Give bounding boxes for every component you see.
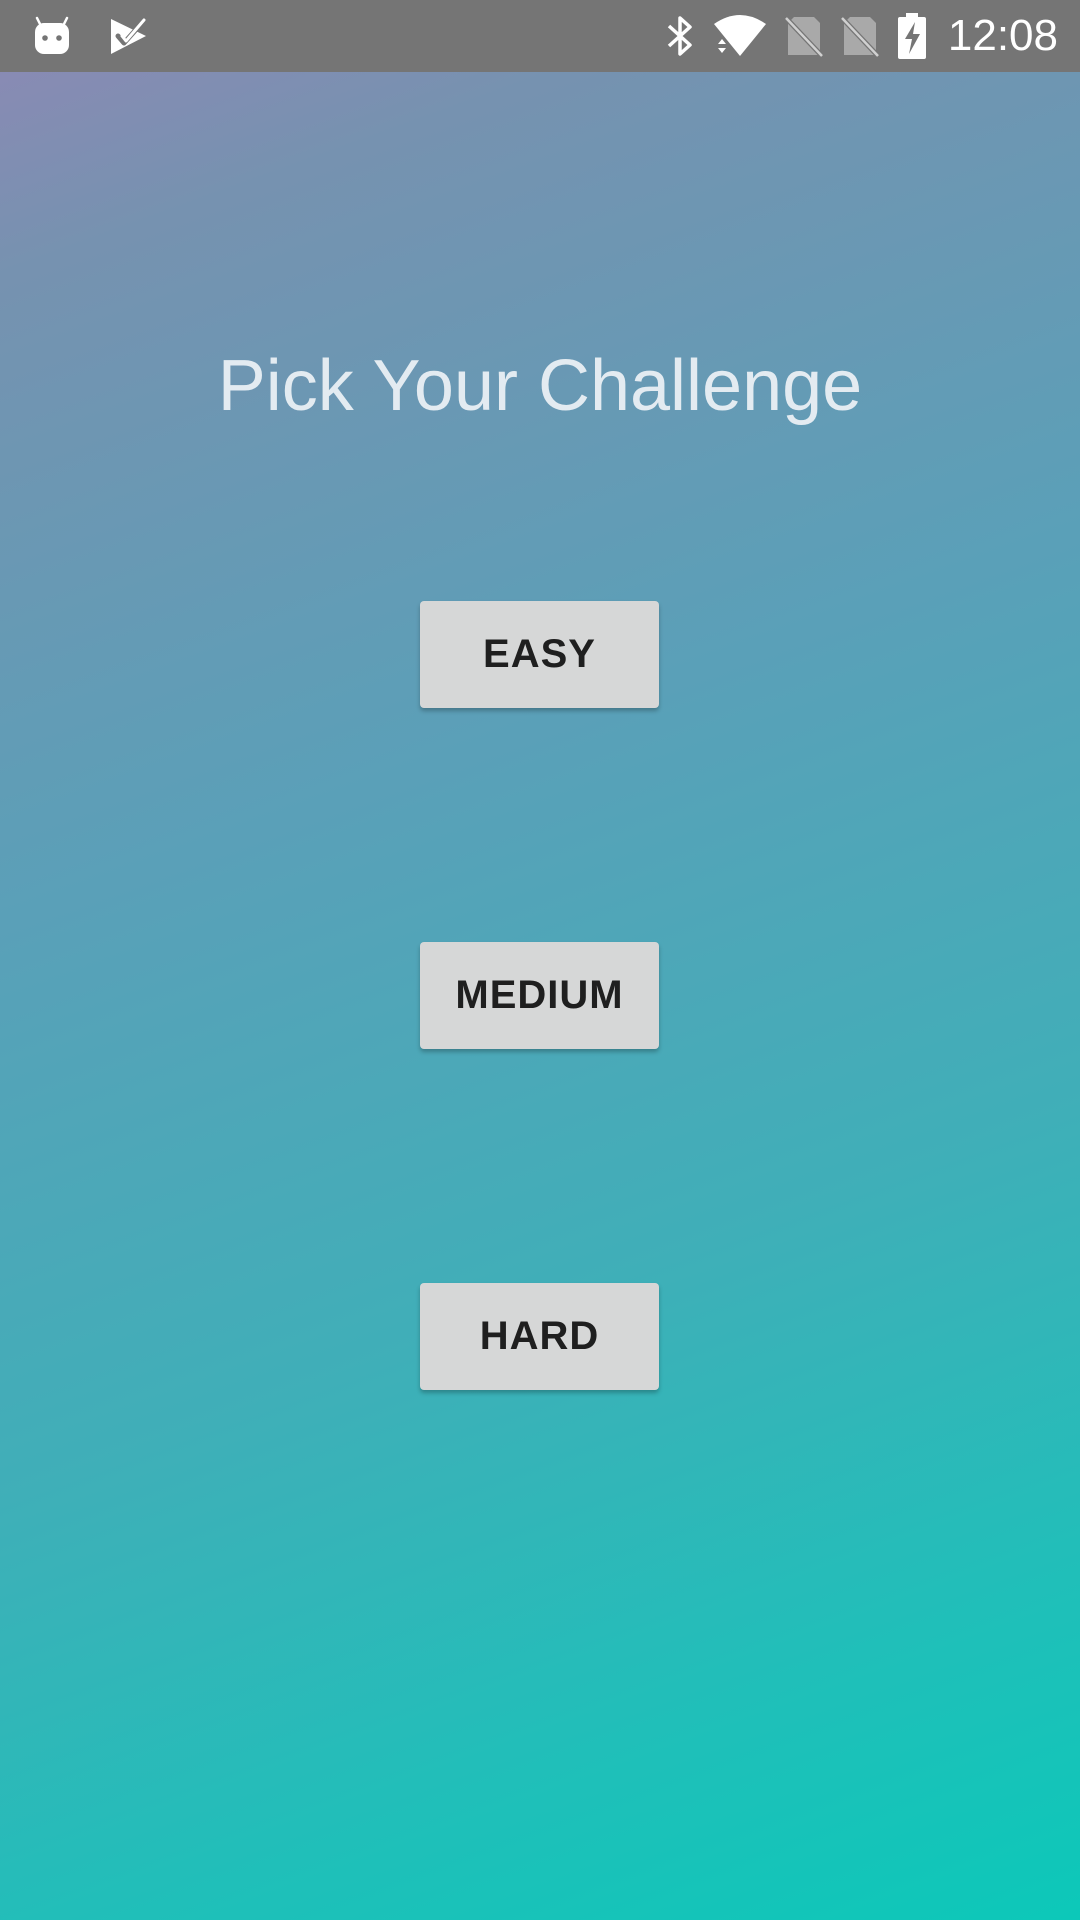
easy-button[interactable]: EASY — [420, 601, 659, 708]
status-right-icons: 12:08 — [664, 10, 1058, 62]
battery-charging-icon — [896, 12, 928, 60]
page-title: Pick Your Challenge — [217, 346, 863, 426]
wifi-icon — [712, 14, 768, 58]
hard-button[interactable]: HARD — [420, 1283, 659, 1390]
checklist-icon — [108, 16, 148, 56]
medium-button[interactable]: MEDIUM — [420, 942, 659, 1049]
status-bar: 12:08 — [0, 0, 1080, 72]
sim-off-icon — [784, 14, 824, 58]
android-icon — [34, 16, 70, 56]
bluetooth-icon — [664, 14, 696, 58]
sim-off-icon — [840, 14, 880, 58]
status-time: 12:08 — [947, 11, 1058, 60]
status-left-icons — [34, 12, 148, 60]
